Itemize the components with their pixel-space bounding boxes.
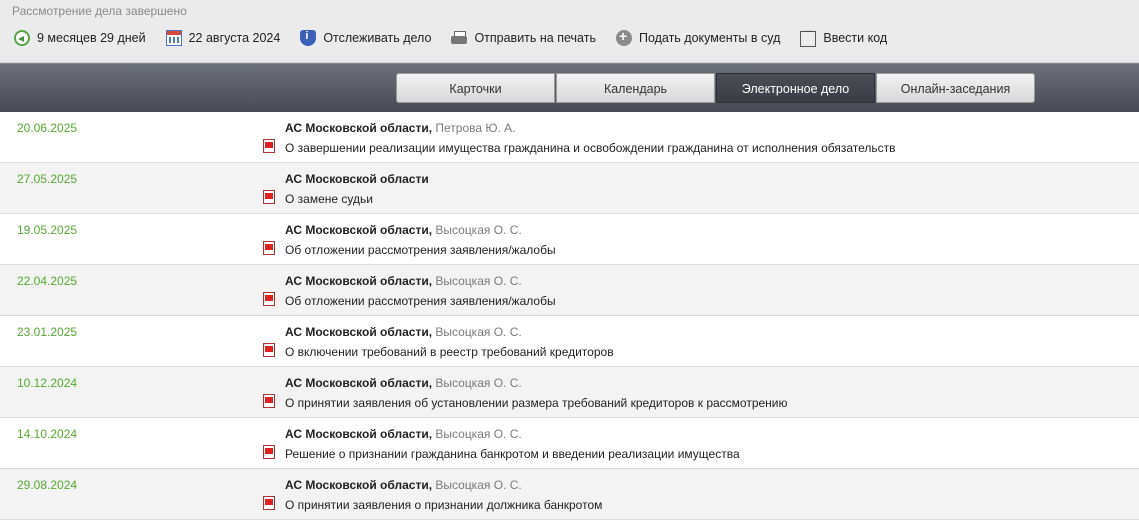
document-link[interactable]: О принятии заявления о признании должник… bbox=[285, 498, 602, 512]
court-name: АС Московской области bbox=[285, 376, 429, 390]
track-label: Отслеживать дело bbox=[323, 31, 432, 45]
document-link[interactable]: О замене судьи bbox=[285, 192, 373, 206]
date-label: 22 августа 2024 bbox=[188, 31, 281, 45]
list-item: 10.12.2024 АС Московской области, Высоцк… bbox=[0, 367, 1139, 418]
judge-name: Высоцкая О. С. bbox=[435, 325, 522, 339]
document-link[interactable]: Решение о признании гражданина банкротом… bbox=[285, 447, 740, 461]
list-item: 14.10.2024 АС Московской области, Высоцк… bbox=[0, 418, 1139, 469]
document-date[interactable]: 27.05.2025 bbox=[17, 172, 77, 186]
pdf-icon[interactable] bbox=[263, 445, 275, 459]
court-line: АС Московской области, Высоцкая О. С. bbox=[285, 376, 522, 390]
code-label: Ввести код bbox=[823, 31, 888, 45]
pdf-icon[interactable] bbox=[263, 343, 275, 357]
submit-documents-button[interactable]: Подать документы в суд bbox=[615, 28, 781, 46]
plus-circle-icon bbox=[615, 28, 632, 46]
list-item: 19.05.2025 АС Московской области, Высоцк… bbox=[0, 214, 1139, 265]
tab-bar: Карточки Календарь Электронное дело Онла… bbox=[0, 63, 1139, 112]
enter-code-button[interactable]: Ввести код bbox=[800, 23, 888, 47]
track-case-button[interactable]: Отслеживать дело bbox=[300, 30, 431, 46]
court-line: АС Московской области, Высоцкая О. С. bbox=[285, 223, 522, 237]
list-item: 22.04.2025 АС Московской области, Высоцк… bbox=[0, 265, 1139, 316]
document-date[interactable]: 22.04.2025 bbox=[17, 274, 77, 288]
document-date[interactable]: 20.06.2025 bbox=[17, 121, 77, 135]
document-date[interactable]: 29.08.2024 bbox=[17, 478, 77, 492]
shield-icon bbox=[300, 30, 317, 46]
tab-online-sessions[interactable]: Онлайн-заседания bbox=[876, 73, 1035, 103]
document-link[interactable]: О завершении реализации имущества гражда… bbox=[285, 141, 896, 155]
judge-name: Высоцкая О. С. bbox=[435, 223, 522, 237]
court-line: АС Московской области bbox=[285, 172, 429, 186]
pdf-icon[interactable] bbox=[263, 190, 275, 204]
pdf-icon[interactable] bbox=[263, 394, 275, 408]
documents-list: 20.06.2025 АС Московской области, Петров… bbox=[0, 112, 1139, 520]
tab-cards[interactable]: Карточки bbox=[396, 73, 555, 103]
judge-name: Высоцкая О. С. bbox=[435, 376, 522, 390]
tab-calendar[interactable]: Календарь bbox=[556, 73, 715, 103]
court-line: АС Московской области, Высоцкая О. С. bbox=[285, 325, 522, 339]
court-name: АС Московской области bbox=[285, 121, 429, 135]
document-date[interactable]: 23.01.2025 bbox=[17, 325, 77, 339]
judge-name: Петрова Ю. А. bbox=[435, 121, 516, 135]
code-icon bbox=[800, 23, 817, 47]
court-line: АС Московской области, Высоцкая О. С. bbox=[285, 274, 522, 288]
submit-label: Подать документы в суд bbox=[638, 31, 781, 45]
court-name: АС Московской области bbox=[285, 478, 429, 492]
case-header: Рассмотрение дела завершено 9 месяцев 29… bbox=[0, 0, 1139, 63]
judge-name: Высоцкая О. С. bbox=[435, 427, 522, 441]
court-name: АС Московской области bbox=[285, 325, 429, 339]
court-name: АС Московской области bbox=[285, 427, 429, 441]
list-item: 29.08.2024 АС Московской области, Высоцк… bbox=[0, 469, 1139, 520]
calendar-icon bbox=[165, 30, 182, 46]
printer-icon bbox=[451, 30, 468, 46]
document-date[interactable]: 14.10.2024 bbox=[17, 427, 77, 441]
duration-label: 9 месяцев 29 дней bbox=[37, 31, 146, 45]
pdf-icon[interactable] bbox=[263, 496, 275, 510]
list-item: 27.05.2025 АС Московской области О замен… bbox=[0, 163, 1139, 214]
document-link[interactable]: Об отложении рассмотрения заявления/жало… bbox=[285, 294, 556, 308]
judge-name: Высоцкая О. С. bbox=[435, 274, 522, 288]
document-link[interactable]: О включении требований в реестр требован… bbox=[285, 345, 614, 359]
judge-name: Высоцкая О. С. bbox=[435, 478, 522, 492]
tab-electronic-case[interactable]: Электронное дело bbox=[716, 73, 875, 103]
pdf-icon[interactable] bbox=[263, 241, 275, 255]
case-status: Рассмотрение дела завершено bbox=[12, 4, 187, 18]
back-arrow-icon bbox=[14, 30, 30, 46]
toolbar: 9 месяцев 29 дней 22 августа 2024 Отслеж… bbox=[14, 23, 907, 47]
court-name: АС Московской области bbox=[285, 172, 429, 186]
list-item: 23.01.2025 АС Московской области, Высоцк… bbox=[0, 316, 1139, 367]
document-link[interactable]: О принятии заявления об установлении раз… bbox=[285, 396, 788, 410]
print-label: Отправить на печать bbox=[474, 31, 596, 45]
court-line: АС Московской области, Петрова Ю. А. bbox=[285, 121, 516, 135]
court-name: АС Московской области bbox=[285, 274, 429, 288]
pdf-icon[interactable] bbox=[263, 292, 275, 306]
date-item[interactable]: 22 августа 2024 bbox=[165, 30, 281, 46]
document-date[interactable]: 10.12.2024 bbox=[17, 376, 77, 390]
list-item: 20.06.2025 АС Московской области, Петров… bbox=[0, 112, 1139, 163]
pdf-icon[interactable] bbox=[263, 139, 275, 153]
court-name: АС Московской области bbox=[285, 223, 429, 237]
document-date[interactable]: 19.05.2025 bbox=[17, 223, 77, 237]
print-button[interactable]: Отправить на печать bbox=[451, 30, 596, 46]
duration-item[interactable]: 9 месяцев 29 дней bbox=[14, 30, 146, 46]
tabs: Карточки Календарь Электронное дело Онла… bbox=[396, 73, 1036, 103]
court-line: АС Московской области, Высоцкая О. С. bbox=[285, 427, 522, 441]
court-line: АС Московской области, Высоцкая О. С. bbox=[285, 478, 522, 492]
document-link[interactable]: Об отложении рассмотрения заявления/жало… bbox=[285, 243, 556, 257]
